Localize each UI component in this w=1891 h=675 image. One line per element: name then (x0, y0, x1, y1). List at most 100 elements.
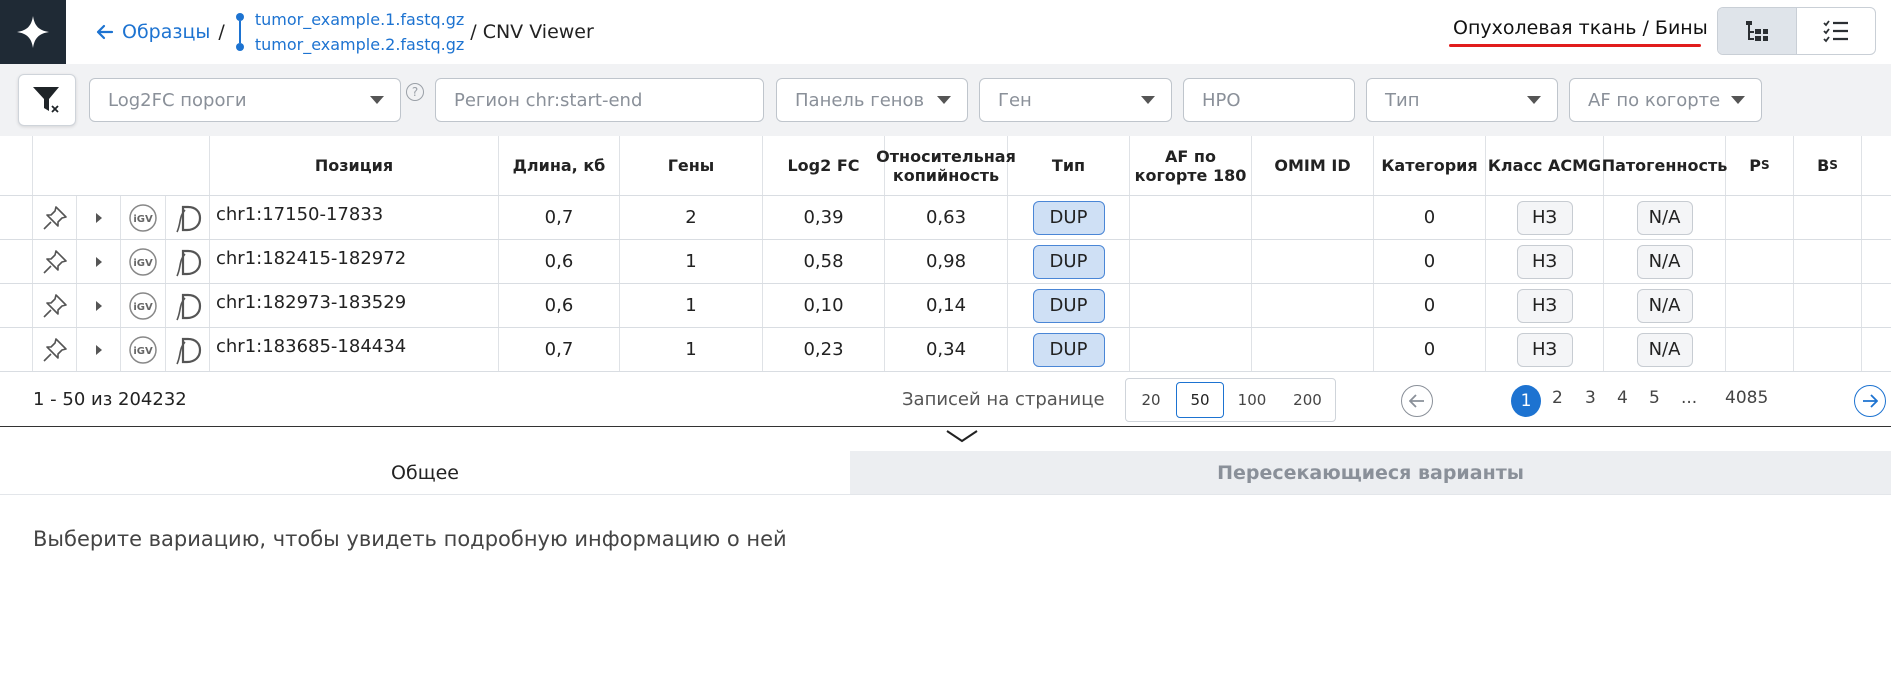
tab-overlapping-variants[interactable]: Пересекающиеся варианты (850, 451, 1891, 494)
gene-select[interactable]: Ген (979, 78, 1172, 122)
per-page-20[interactable]: 20 (1126, 382, 1176, 418)
length-cell: 0,6 (499, 284, 620, 327)
mode-title: Опухолевая ткань / Бины (1453, 17, 1708, 39)
header-category[interactable]: Категория (1374, 136, 1486, 195)
region-input[interactable]: Регион chr:start-end (435, 78, 764, 122)
header-length[interactable]: Длина, кб (499, 136, 620, 195)
position-cell: chr1:182415-182972 (210, 240, 499, 283)
table-row[interactable]: iGV chr1:182973-183529 0,6 1 0,10 0,14 D… (0, 284, 1891, 328)
omim-cell (1252, 240, 1374, 283)
pathogenicity-badge[interactable]: N/A (1636, 332, 1693, 367)
list-view-button[interactable] (1797, 8, 1875, 54)
decipher-button[interactable] (166, 196, 210, 239)
header-omim[interactable]: OMIM ID (1252, 136, 1374, 195)
header-relative-copy[interactable]: Относительная копийность (876, 136, 1016, 195)
header-position[interactable]: Позиция (210, 136, 499, 195)
app-logo[interactable] (0, 0, 66, 64)
pin-button[interactable] (33, 284, 77, 327)
omim-cell (1252, 284, 1374, 327)
per-page-100[interactable]: 100 (1224, 382, 1280, 418)
igv-button[interactable]: iGV (121, 196, 166, 239)
table-row[interactable]: iGV chr1:17150-17833 0,7 2 0,39 0,63 DUP… (0, 196, 1891, 240)
back-to-samples-link[interactable]: Образцы (96, 21, 210, 43)
igv-button[interactable]: iGV (121, 328, 166, 371)
file-link-2[interactable]: tumor_example.2.fastq.gz (255, 36, 464, 53)
page-2[interactable]: 2 (1552, 388, 1563, 408)
decipher-button[interactable] (166, 240, 210, 283)
header-genes[interactable]: Гены (620, 136, 763, 195)
header-pathogenicity[interactable]: Патогенность (1602, 136, 1727, 195)
expand-button[interactable] (77, 196, 121, 239)
ps-cell (1726, 240, 1794, 283)
page-4[interactable]: 4 (1617, 388, 1628, 408)
pathogenicity-badge[interactable]: N/A (1636, 244, 1693, 279)
help-icon[interactable]: ? (406, 83, 424, 101)
gene-panel-select[interactable]: Панель генов (776, 78, 968, 122)
pin-button[interactable] (33, 240, 77, 283)
table-row[interactable]: iGV chr1:182415-182972 0,6 1 0,58 0,98 D… (0, 240, 1891, 284)
genes-cell: 1 (620, 284, 763, 327)
igv-button[interactable]: iGV (121, 284, 166, 327)
pin-button[interactable] (33, 196, 77, 239)
expand-button[interactable] (77, 284, 121, 327)
sample-files: tumor_example.1.fastq.gz tumor_example.2… (233, 0, 464, 64)
header-type[interactable]: Тип (1008, 136, 1130, 195)
pathogenicity-badge[interactable]: N/A (1636, 200, 1693, 235)
per-page-200[interactable]: 200 (1280, 382, 1335, 418)
sparkle-logo-icon (17, 16, 49, 48)
ps-cell (1726, 328, 1794, 371)
prev-page-button[interactable] (1401, 385, 1433, 417)
per-page-50[interactable]: 50 (1176, 382, 1224, 418)
gene-select-label: Ген (998, 89, 1032, 111)
page-3[interactable]: 3 (1585, 388, 1596, 408)
relative-copy-cell: 0,63 (885, 196, 1008, 239)
igv-button[interactable]: iGV (121, 240, 166, 283)
pin-button[interactable] (33, 328, 77, 371)
header-af-cohort[interactable]: AF по когорте 180 (1130, 136, 1252, 195)
expand-button[interactable] (77, 240, 121, 283)
decipher-button[interactable] (166, 328, 210, 371)
ps-cell (1726, 284, 1794, 327)
page-5[interactable]: 5 (1649, 388, 1660, 408)
position-cell: chr1:17150-17833 (210, 196, 499, 239)
af-cell (1130, 328, 1252, 371)
pathogenicity-cell: N/A (1604, 196, 1726, 239)
expand-button[interactable] (77, 328, 121, 371)
page-last[interactable]: 4085 (1725, 388, 1768, 408)
type-badge: DUP (1032, 288, 1105, 323)
tab-general[interactable]: Общее (0, 451, 850, 494)
tree-view-button[interactable] (1718, 8, 1797, 54)
mode-title-underline (1449, 44, 1701, 47)
header-acmg[interactable]: Класс ACMG (1486, 136, 1604, 195)
breadcrumb-separator: / (218, 21, 225, 43)
header-log2fc[interactable]: Log2 FC (763, 136, 885, 195)
decipher-button[interactable] (166, 284, 210, 327)
file-link-1[interactable]: tumor_example.1.fastq.gz (255, 11, 464, 28)
pathogenicity-badge[interactable]: N/A (1636, 288, 1693, 323)
next-page-button[interactable] (1854, 385, 1886, 417)
hpo-input[interactable]: HPO (1183, 78, 1355, 122)
decipher-icon (175, 205, 201, 232)
acmg-badge[interactable]: НЗ (1516, 244, 1573, 279)
type-select[interactable]: Тип (1366, 78, 1558, 122)
collapse-panel-button[interactable] (945, 428, 979, 448)
acmg-badge[interactable]: НЗ (1516, 200, 1573, 235)
af-cohort-select[interactable]: AF по когорте (1569, 78, 1762, 122)
svg-text:iGV: iGV (133, 302, 153, 313)
acmg-badge[interactable]: НЗ (1516, 332, 1573, 367)
header-ps[interactable]: PS (1726, 136, 1794, 195)
af-cell (1130, 196, 1252, 239)
header-bs[interactable]: BS (1794, 136, 1862, 195)
table-row[interactable]: iGV chr1:183685-184434 0,7 1 0,23 0,34 D… (0, 328, 1891, 372)
filter-toggle-button[interactable] (18, 74, 76, 126)
category-cell: 0 (1374, 284, 1486, 327)
pathogenicity-cell: N/A (1604, 284, 1726, 327)
log2fc-thresholds-select[interactable]: Log2FC пороги (89, 78, 401, 122)
relative-copy-cell: 0,98 (885, 240, 1008, 283)
per-page-label: Записей на странице (902, 389, 1105, 410)
genes-cell: 1 (620, 328, 763, 371)
page-1[interactable]: 1 (1511, 385, 1541, 417)
acmg-badge[interactable]: НЗ (1516, 288, 1573, 323)
log2fc-cell: 0,10 (763, 284, 885, 327)
table-header-row: Позиция Длина, кб Гены Log2 FC Относител… (0, 136, 1891, 196)
